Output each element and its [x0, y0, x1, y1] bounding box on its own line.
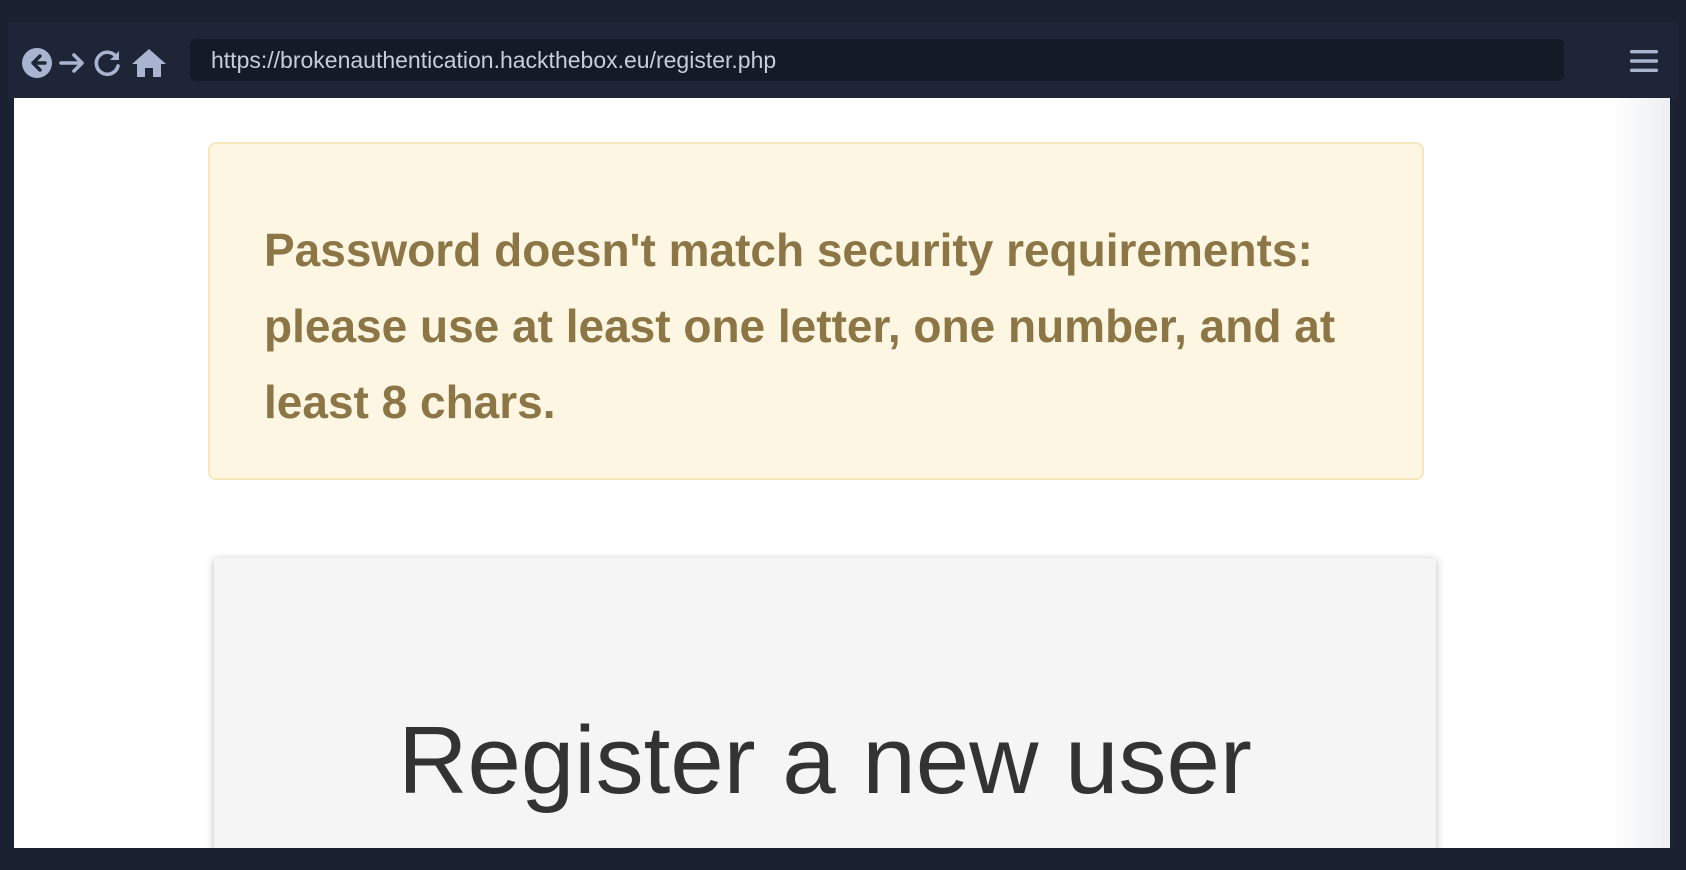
home-button[interactable]: [129, 46, 169, 80]
back-arrow-circle-icon: [21, 47, 53, 79]
register-title: Register a new user: [398, 707, 1252, 814]
forward-button[interactable]: [55, 46, 89, 80]
alert-message: Password doesn't match security requirem…: [264, 224, 1336, 428]
page-content: Password doesn't match security requirem…: [14, 98, 1670, 848]
hamburger-menu-icon: [1629, 47, 1659, 80]
register-card: Register a new user: [214, 558, 1436, 848]
reload-icon: [93, 48, 123, 78]
url-bar[interactable]: https://brokenauthentication.hackthebox.…: [190, 39, 1564, 81]
menu-button[interactable]: [1627, 46, 1661, 80]
password-error-alert: Password doesn't match security requirem…: [208, 142, 1424, 480]
home-icon: [130, 47, 168, 79]
screen-frame: https://brokenauthentication.hackthebox.…: [0, 0, 1686, 870]
back-button[interactable]: [20, 46, 54, 80]
forward-arrow-icon: [57, 48, 87, 78]
browser-toolbar: https://brokenauthentication.hackthebox.…: [8, 22, 1678, 98]
reload-button[interactable]: [91, 46, 125, 80]
browser-window: https://brokenauthentication.hackthebox.…: [8, 22, 1678, 848]
